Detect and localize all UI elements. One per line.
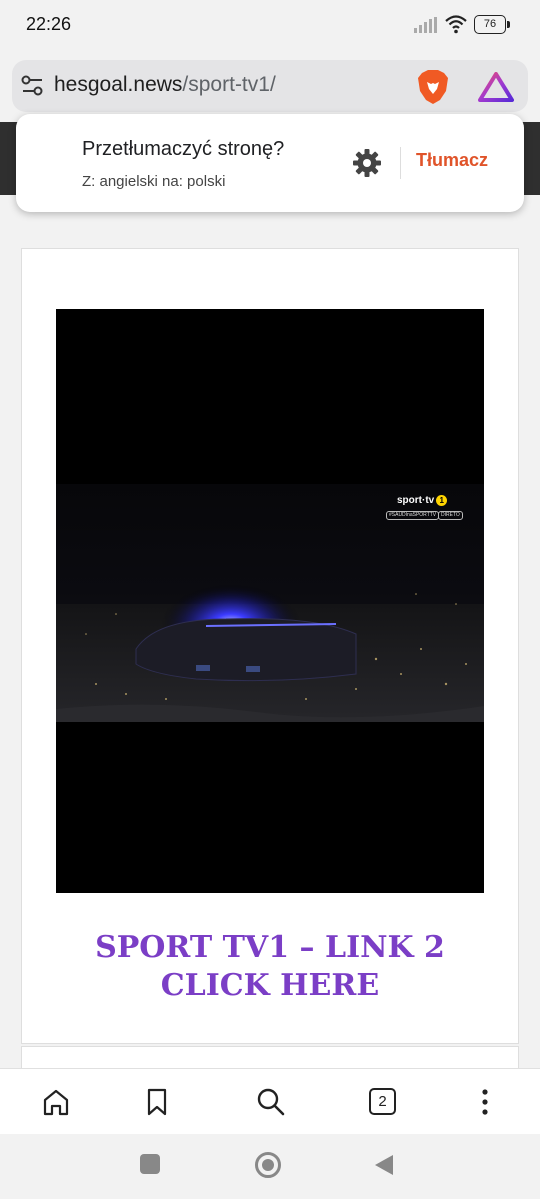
content-card: sport·tv 1 #SAUDInaSPORTTV DIRETO SPORT T… <box>21 248 519 1044</box>
status-bar: 22:26 76 <box>0 0 540 50</box>
tabs-icon[interactable]: 2 <box>369 1088 396 1115</box>
video-frame[interactable]: sport·tv 1 #SAUDInaSPORTTV DIRETO <box>56 484 484 722</box>
stream-link-line2[interactable]: CLICK HERE <box>22 967 518 1005</box>
stream-link-line1[interactable]: SPORT TV1 – LINK 2 <box>22 929 518 967</box>
wifi-icon <box>445 15 467 34</box>
bottom-toolbar: 2 <box>0 1068 540 1134</box>
address-bar[interactable]: hesgoal.news/sport-tv1/ <box>12 60 528 112</box>
bookmark-icon[interactable] <box>142 1087 172 1117</box>
translate-languages: Z: angielski na: polski <box>82 173 226 190</box>
battery-level: 76 <box>474 15 506 34</box>
url-path: /sport-tv1/ <box>182 73 276 96</box>
translate-question: Przetłumaczyć stronę? <box>82 138 285 160</box>
back-icon[interactable] <box>373 1153 395 1177</box>
tune-icon[interactable] <box>20 74 46 98</box>
home-icon[interactable] <box>41 1087 71 1117</box>
nav-bar <box>0 1134 540 1199</box>
stream-link[interactable]: SPORT TV1 – LINK 2 CLICK HERE <box>22 929 518 1005</box>
recents-icon[interactable] <box>140 1154 160 1174</box>
popup-divider <box>400 147 401 179</box>
battery-icon: 76 <box>474 15 510 34</box>
hashtag-tag: #SAUDInaSPORTTV <box>386 511 440 520</box>
translate-button[interactable]: Tłumacz <box>416 150 488 171</box>
translate-popup: Przetłumaczyć stronę? Z: angielski na: p… <box>16 114 524 212</box>
search-icon[interactable] <box>256 1087 286 1117</box>
brave-lion-icon[interactable] <box>416 69 450 105</box>
home-nav-icon[interactable] <box>255 1152 281 1178</box>
live-tag: DIRETO <box>438 511 463 520</box>
channel-number: 1 <box>436 495 448 506</box>
signal-icon <box>414 17 437 33</box>
url-domain: hesgoal.news <box>54 73 183 96</box>
brave-rewards-icon[interactable] <box>478 72 514 102</box>
more-icon[interactable] <box>470 1087 500 1117</box>
channel-name: sport·tv <box>397 495 435 506</box>
url-text[interactable]: hesgoal.news/sport-tv1/ <box>54 73 276 97</box>
gear-icon[interactable] <box>352 148 382 178</box>
channel-logo: sport·tv 1 <box>397 495 448 506</box>
status-time: 22:26 <box>26 14 72 34</box>
video-player[interactable]: sport·tv 1 #SAUDInaSPORTTV DIRETO <box>56 309 484 893</box>
